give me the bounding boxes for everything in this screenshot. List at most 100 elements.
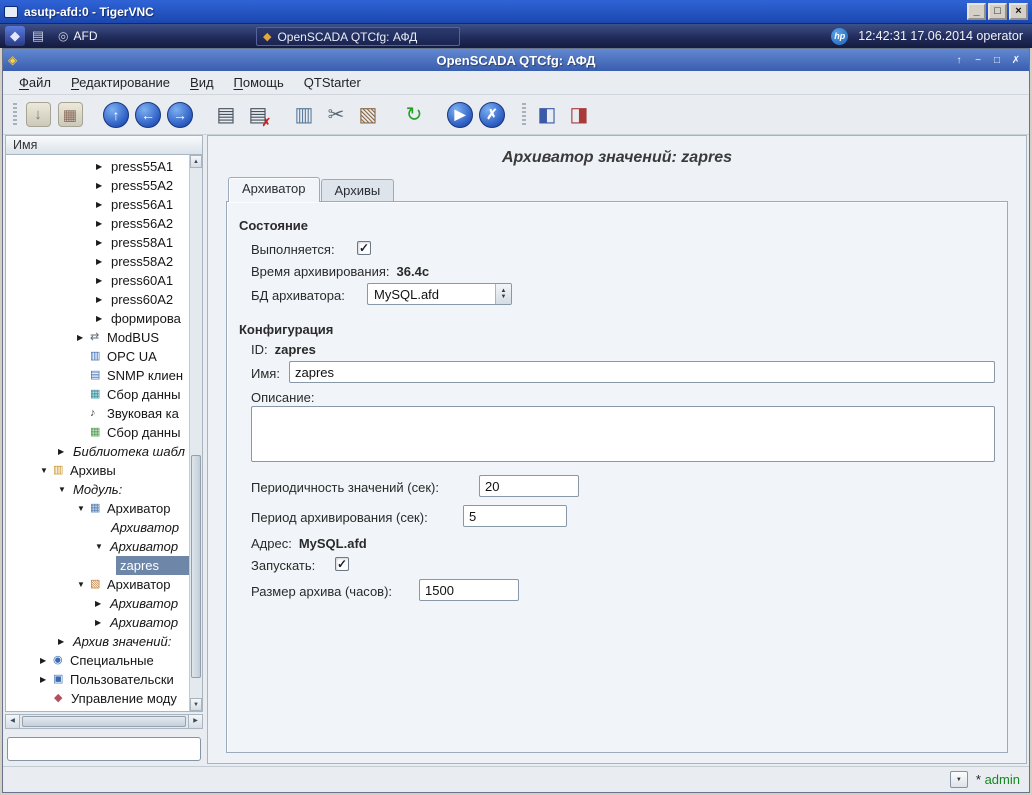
expand-arrow-icon[interactable]: ▶ — [96, 176, 109, 195]
forward-button[interactable]: → — [164, 99, 196, 131]
tree-item[interactable]: ▶press55A1 — [6, 157, 189, 176]
add-item-button[interactable]: ▤ — [210, 99, 242, 131]
vertical-scroll-thumb[interactable] — [191, 455, 201, 677]
collapse-arrow-icon[interactable]: ▼ — [40, 461, 53, 480]
toolbar-handle[interactable] — [13, 103, 17, 127]
menu-edit[interactable]: Редактирование — [61, 72, 180, 93]
tree-filter-input[interactable] — [7, 737, 201, 761]
tree-item[interactable]: ▼▥Архивы — [6, 461, 189, 480]
archiving-period-input[interactable] — [464, 506, 567, 526]
tree-item[interactable]: ▶Архиватор — [6, 594, 189, 613]
scroll-right-arrow-icon[interactable]: ▶ — [188, 715, 202, 728]
vnc-titlebar[interactable]: asutp-afd:0 - TigerVNC _ □ × — [0, 0, 1032, 24]
expand-arrow-icon[interactable]: ▶ — [96, 195, 109, 214]
window-shade-button[interactable]: ↑ — [951, 53, 967, 68]
archive-size-input[interactable] — [419, 579, 519, 601]
tree-item[interactable]: ▶press58A1 — [6, 233, 189, 252]
app-titlebar[interactable]: ◈ OpenSCADA QTCfg: АФД ↑ − □ ✗ — [3, 49, 1029, 71]
expand-arrow-icon[interactable]: ▶ — [95, 594, 108, 613]
tree-column-header[interactable]: Имя — [5, 135, 203, 155]
window-close-button[interactable]: ✗ — [1008, 53, 1024, 68]
archiver-db-select[interactable]: MySQL.afd ▲▼ — [367, 283, 512, 305]
tree-item[interactable]: ▶press60A1 — [6, 271, 189, 290]
expand-arrow-icon[interactable]: ▶ — [96, 214, 109, 233]
collapse-arrow-icon[interactable]: ▼ — [77, 575, 90, 594]
horizontal-scroll-thumb[interactable] — [22, 716, 186, 727]
running-checkbox[interactable]: ✓ — [357, 241, 371, 255]
tree-item[interactable]: ▶press55A2 — [6, 176, 189, 195]
description-textarea[interactable] — [251, 406, 995, 462]
tree-item[interactable]: ▤SNMP клиен — [6, 366, 189, 385]
to-start-checkbox[interactable]: ✓ — [335, 557, 349, 571]
paste-button[interactable]: ▧ — [352, 99, 384, 131]
archiving-period-spinbox[interactable]: ▲▼ — [463, 505, 567, 527]
window-maximize-button[interactable]: □ — [989, 53, 1005, 68]
menu-qtstarter[interactable]: QTStarter — [294, 72, 371, 93]
tree-item[interactable]: ▶press56A1 — [6, 195, 189, 214]
delete-item-button[interactable]: ▤✗ — [242, 99, 274, 131]
tree-item[interactable]: ▼Архиватор — [6, 537, 189, 556]
scroll-up-arrow-icon[interactable]: ▲ — [190, 155, 202, 168]
vnc-close-button[interactable]: × — [1009, 3, 1028, 20]
load-button[interactable]: ↓ — [22, 99, 54, 131]
name-input[interactable] — [289, 361, 995, 383]
tree-item[interactable]: ▼▦Архиватор — [6, 499, 189, 518]
tree-item[interactable]: ▦Сбор данны — [6, 385, 189, 404]
qtstarter-config-button[interactable]: ◨ — [563, 99, 595, 131]
expand-arrow-icon[interactable]: ▶ — [40, 651, 53, 670]
expand-arrow-icon[interactable]: ▶ — [96, 309, 109, 328]
vca-button[interactable]: ◧ — [531, 99, 563, 131]
tree-item[interactable]: ▶Библиотека шабл — [6, 442, 189, 461]
tab-archives[interactable]: Архивы — [321, 179, 395, 202]
tree-item[interactable]: ▶press56A2 — [6, 214, 189, 233]
tree-item[interactable]: ▶◉Специальные — [6, 651, 189, 670]
menu-help[interactable]: Помощь — [224, 72, 294, 93]
collapse-arrow-icon[interactable]: ▼ — [58, 480, 71, 499]
collapse-arrow-icon[interactable]: ▼ — [95, 537, 108, 556]
refresh-button[interactable]: ↻ — [398, 99, 430, 131]
window-minimize-button[interactable]: − — [970, 53, 986, 68]
expand-arrow-icon[interactable]: ▶ — [96, 233, 109, 252]
tree-item[interactable]: ◆Управление моду — [6, 689, 189, 708]
up-button[interactable]: ↑ — [100, 99, 132, 131]
expand-arrow-icon[interactable]: ▶ — [96, 157, 109, 176]
expand-arrow-icon[interactable]: ▶ — [96, 290, 109, 309]
tree-item[interactable]: ▶Архив значений: — [6, 632, 189, 651]
tree-item[interactable]: ▦Сбор данны — [6, 423, 189, 442]
expand-arrow-icon[interactable]: ▶ — [95, 613, 108, 632]
save-button[interactable]: ▦ — [54, 99, 86, 131]
tree-item[interactable]: ▶press58A2 — [6, 252, 189, 271]
values-period-input[interactable] — [479, 475, 579, 497]
tree-item[interactable]: ▥OPC UA — [6, 347, 189, 366]
back-button[interactable]: ← — [132, 99, 164, 131]
scroll-down-arrow-icon[interactable]: ▼ — [190, 698, 202, 711]
expand-arrow-icon[interactable]: ▶ — [96, 271, 109, 290]
start-button[interactable]: ▶ — [444, 99, 476, 131]
cut-button[interactable]: ✂ — [320, 99, 352, 131]
toolbar-handle[interactable] — [522, 103, 526, 127]
scroll-left-arrow-icon[interactable]: ◀ — [6, 715, 20, 728]
menu-view[interactable]: Вид — [180, 72, 224, 93]
expand-arrow-icon[interactable]: ▶ — [58, 442, 71, 461]
copy-button[interactable]: ▥ — [288, 99, 320, 131]
tree-item[interactable]: ▶▣Пользовательски — [6, 670, 189, 689]
show-desktop-icon[interactable]: ▤ — [28, 26, 48, 46]
vnc-minimize-button[interactable]: _ — [967, 3, 986, 20]
expand-arrow-icon[interactable]: ▶ — [77, 328, 90, 347]
tab-archiver[interactable]: Архиватор — [228, 177, 320, 202]
tree-item[interactable]: zapres — [6, 556, 189, 575]
collapse-arrow-icon[interactable]: ▼ — [77, 499, 90, 518]
expand-arrow-icon[interactable]: ▶ — [58, 632, 71, 651]
vnc-maximize-button[interactable]: □ — [988, 3, 1007, 20]
stop-button[interactable]: ✗ — [476, 99, 508, 131]
combo-arrows-icon[interactable]: ▲▼ — [495, 284, 511, 304]
tree-item[interactable]: ▶⇄ModBUS — [6, 328, 189, 347]
tree-vertical-scrollbar[interactable]: ▲ ▼ — [189, 155, 202, 711]
tree-item[interactable]: ▼▧Архиватор — [6, 575, 189, 594]
status-dropdown[interactable]: ▼ — [950, 771, 968, 788]
tree-item[interactable]: ▼Модуль: — [6, 480, 189, 499]
tree-item[interactable]: ▶press60A2 — [6, 290, 189, 309]
menu-file[interactable]: Файл — [9, 72, 61, 93]
tree-item[interactable]: Архиватор — [6, 518, 189, 537]
tree-item[interactable]: ▶Архиватор — [6, 613, 189, 632]
